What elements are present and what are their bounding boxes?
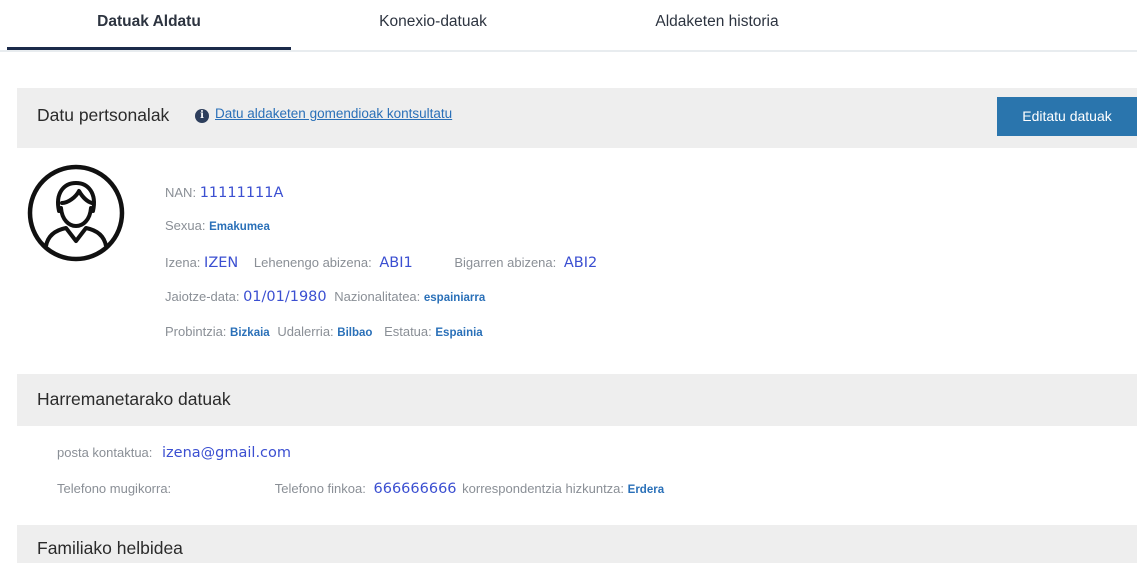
probintzia-label: Probintzia: [165, 324, 227, 339]
sexua-label: Sexua: [165, 218, 206, 233]
posta-value: izena@gmail.com [162, 445, 292, 461]
location-row: Probintzia: Bizkaia Udalerria: Bilbao Es… [165, 324, 483, 339]
probintzia-value: Bizkaia [230, 327, 270, 339]
finkoa-value: 666666666 [373, 481, 457, 497]
nazionalitatea-value: espainiarra [423, 292, 486, 304]
email-row: posta kontaktua: izena@gmail.com [57, 445, 291, 461]
info-circle-icon: i [195, 109, 209, 123]
estatua-value: Espainia [435, 327, 483, 339]
jaiotze-label: Jaiotze-data: [165, 289, 240, 304]
edit-data-button[interactable]: Editatu datuak [997, 97, 1137, 136]
contact-data-header: Harremanetarako datuak [17, 374, 1137, 426]
abizena1-label: Lehenengo abizena: [253, 255, 372, 270]
abizena2-label: Bigarren abizena: [454, 255, 557, 270]
contact-data-title: Harremanetarako datuak [37, 389, 231, 409]
tab-datuak-aldatu[interactable]: Datuak Aldatu [7, 0, 291, 50]
jaiotze-value: 01/01/1980 [243, 289, 327, 305]
sexua-row: Sexua: Emakumea [165, 218, 270, 233]
phone-row: Telefono mugikorra: Telefono finkoa: 666… [57, 481, 664, 497]
personal-data-title: Datu pertsonalak [37, 105, 170, 125]
sexua-value: Emakumea [209, 221, 270, 233]
family-address-title: Familiako helbidea [37, 538, 183, 558]
tab-aldaketen-historia[interactable]: Aldaketen historia [575, 0, 859, 50]
hizkuntza-label: korrespondentzia hizkuntza: [462, 481, 625, 496]
nan-value: 11111111A [199, 185, 284, 201]
abizena2-value: ABI2 [563, 255, 598, 271]
nan-label: NAN: [165, 185, 197, 200]
consult-recommendations-link[interactable]: Datu aldaketen gomendioak kontsultatu [215, 106, 452, 121]
mugikorra-label: Telefono mugikorra: [57, 481, 172, 496]
nazionalitatea-label: Nazionalitatea: [334, 289, 421, 304]
udalerria-value: Bilbao [337, 327, 373, 339]
abizena1-value: ABI1 [379, 255, 413, 271]
user-avatar-icon [27, 164, 125, 262]
nan-row: NAN: 11111111A [165, 185, 283, 201]
izena-value: IZEN [204, 255, 239, 271]
tab-konexio-datuak[interactable]: Konexio-datuak [291, 0, 575, 50]
udalerria-label: Udalerria: [277, 324, 334, 339]
finkoa-label: Telefono finkoa: [274, 481, 366, 496]
estatua-label: Estatua: [384, 324, 432, 339]
tab-bar: Datuak Aldatu Konexio-datuak Aldaketen h… [0, 0, 1137, 52]
personal-data-header: Datu pertsonalak i Datu aldaketen gomend… [17, 88, 1137, 148]
hizkuntza-value: Erdera [627, 484, 665, 496]
active-tab-indicator [7, 47, 291, 50]
izena-label: Izena: [165, 255, 201, 270]
family-address-header: Familiako helbidea [17, 525, 1137, 563]
birth-row: Jaiotze-data: 01/01/1980 Nazionalitatea:… [165, 289, 485, 305]
names-row: Izena: IZEN Lehenengo abizena: ABI1 Biga… [165, 255, 597, 271]
posta-label: posta kontaktua: [57, 445, 153, 460]
